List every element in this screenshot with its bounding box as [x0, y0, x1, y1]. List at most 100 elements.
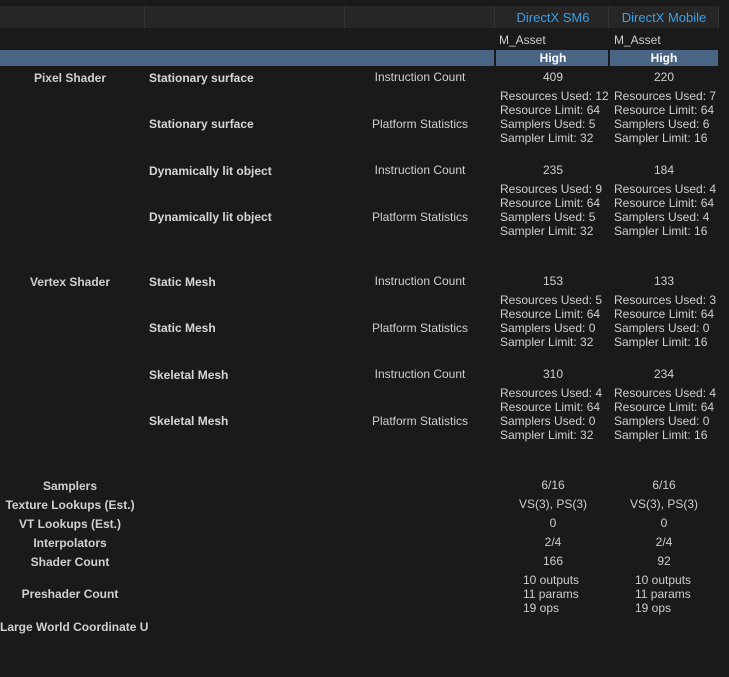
- platform-statistics-block: Resources Used: 7 Resource Limit: 64 Sam…: [614, 89, 716, 145]
- platform-statistics-block: Resources Used: 4 Resource Limit: 64 Sam…: [614, 386, 716, 442]
- quality-bar-divider: [494, 50, 496, 66]
- vertex-factory-label: Static Mesh: [149, 321, 216, 335]
- resources-used: Resources Used: 12: [500, 89, 609, 103]
- vertex-factory-label: Static Mesh: [149, 275, 216, 289]
- category-vertex-shader: Vertex Shader: [29, 275, 111, 289]
- summary-value: 92: [657, 554, 671, 568]
- samplers-used: Samplers Used: 0: [614, 321, 710, 335]
- samplers-used: Samplers Used: 5: [500, 117, 596, 131]
- instruction-count-value: 153: [542, 274, 564, 288]
- summary-value: VS(3), PS(3): [518, 497, 587, 511]
- statistic-label: Instruction Count: [374, 367, 466, 381]
- resource-limit: Resource Limit: 64: [614, 307, 715, 321]
- vertex-factory-label: Skeletal Mesh: [149, 368, 229, 382]
- sampler-limit: Sampler Limit: 16: [614, 131, 708, 145]
- summary-label-texture-lookups: Texture Lookups (Est.): [5, 498, 135, 512]
- summary-label-large-world-coordinate: Large World Coordinate U: [0, 620, 149, 634]
- vertex-factory-label: Stationary surface: [149, 71, 254, 85]
- instruction-count-value: 409: [542, 70, 564, 84]
- statistic-label: Platform Statistics: [371, 414, 469, 428]
- instruction-count-value: 234: [653, 367, 675, 381]
- header-cell-statistic: [345, 6, 495, 28]
- sampler-limit: Sampler Limit: 32: [500, 131, 594, 145]
- samplers-used: Samplers Used: 5: [500, 210, 596, 224]
- quality-level-1[interactable]: High: [497, 51, 609, 65]
- summary-value: 2/4: [544, 535, 562, 549]
- platform-header-dx-sm6[interactable]: DirectX SM6: [497, 10, 609, 25]
- statistic-label: Platform Statistics: [371, 210, 469, 224]
- resources-used: Resources Used: 7: [614, 89, 717, 103]
- sampler-limit: Sampler Limit: 32: [500, 335, 594, 349]
- asset-label-2: M_Asset: [614, 33, 661, 47]
- summary-value: 0: [660, 516, 668, 530]
- statistic-label: Instruction Count: [374, 274, 466, 288]
- resources-used: Resources Used: 9: [500, 182, 603, 196]
- platform-statistics-block: Resources Used: 3 Resource Limit: 64 Sam…: [614, 293, 716, 349]
- instruction-count-value: 220: [653, 70, 675, 84]
- platform-statistics-block: Resources Used: 4 Resource Limit: 64 Sam…: [500, 386, 602, 442]
- preshader-ops: 19 ops: [635, 601, 672, 615]
- resources-used: Resources Used: 4: [614, 182, 717, 196]
- vertex-factory-label: Dynamically lit object: [149, 164, 272, 178]
- header-cell-category: [0, 6, 145, 28]
- samplers-used: Samplers Used: 4: [614, 210, 710, 224]
- resources-used: Resources Used: 5: [500, 293, 603, 307]
- preshader-outputs: 10 outputs: [635, 573, 692, 587]
- summary-label-shader-count: Shader Count: [30, 555, 110, 569]
- vertex-factory-label: Skeletal Mesh: [149, 414, 229, 428]
- resources-used: Resources Used: 4: [614, 386, 717, 400]
- resource-limit: Resource Limit: 64: [614, 400, 715, 414]
- resources-used: Resources Used: 4: [500, 386, 603, 400]
- samplers-used: Samplers Used: 6: [614, 117, 710, 131]
- summary-label-samplers: Samplers: [42, 479, 98, 493]
- platform-header-dx-mobile[interactable]: DirectX Mobile: [609, 10, 719, 25]
- sampler-limit: Sampler Limit: 16: [614, 428, 708, 442]
- quality-level-2[interactable]: High: [609, 51, 719, 65]
- summary-label-vt-lookups: VT Lookups (Est.): [19, 517, 121, 531]
- resource-limit: Resource Limit: 64: [614, 196, 715, 210]
- vertex-factory-label: Dynamically lit object: [149, 210, 272, 224]
- instruction-count-value: 310: [542, 367, 564, 381]
- preshader-count-block: 10 outputs 11 params 19 ops: [635, 573, 691, 615]
- summary-value: 0: [549, 516, 557, 530]
- sampler-limit: Sampler Limit: 16: [614, 224, 708, 238]
- header-cell-vertex-factory: [145, 6, 345, 28]
- platform-statistics-block: Resources Used: 12 Resource Limit: 64 Sa…: [500, 89, 609, 145]
- sampler-limit: Sampler Limit: 32: [500, 224, 594, 238]
- resource-limit: Resource Limit: 64: [500, 196, 601, 210]
- statistic-label: Instruction Count: [374, 163, 466, 177]
- summary-label-interpolators: Interpolators: [33, 536, 107, 550]
- statistic-label: Instruction Count: [374, 70, 466, 84]
- resource-limit: Resource Limit: 64: [500, 307, 601, 321]
- instruction-count-value: 184: [653, 163, 675, 177]
- resources-used: Resources Used: 3: [614, 293, 717, 307]
- summary-value: 2/4: [655, 535, 673, 549]
- vertex-factory-label: Stationary surface: [149, 117, 254, 131]
- samplers-used: Samplers Used: 0: [614, 414, 710, 428]
- resource-limit: Resource Limit: 64: [500, 103, 601, 117]
- statistic-label: Platform Statistics: [371, 117, 469, 131]
- instruction-count-value: 235: [542, 163, 564, 177]
- summary-label-preshader-count: Preshader Count: [21, 587, 119, 601]
- samplers-used: Samplers Used: 0: [500, 321, 596, 335]
- instruction-count-value: 133: [653, 274, 675, 288]
- asset-label-1: M_Asset: [499, 33, 546, 47]
- platform-statistics-block: Resources Used: 5 Resource Limit: 64 Sam…: [500, 293, 602, 349]
- preshader-count-block: 10 outputs 11 params 19 ops: [523, 573, 579, 615]
- category-pixel-shader: Pixel Shader: [33, 71, 107, 85]
- resource-limit: Resource Limit: 64: [614, 103, 715, 117]
- platform-statistics-block: Resources Used: 4 Resource Limit: 64 Sam…: [614, 182, 716, 238]
- platform-statistics-block: Resources Used: 9 Resource Limit: 64 Sam…: [500, 182, 602, 238]
- summary-value: 6/16: [652, 478, 676, 492]
- samplers-used: Samplers Used: 0: [500, 414, 596, 428]
- summary-value: 6/16: [541, 478, 565, 492]
- sampler-limit: Sampler Limit: 32: [500, 428, 594, 442]
- preshader-outputs: 10 outputs: [523, 573, 580, 587]
- statistic-label: Platform Statistics: [371, 321, 469, 335]
- resource-limit: Resource Limit: 64: [500, 400, 601, 414]
- summary-value: 166: [542, 554, 564, 568]
- preshader-params: 11 params: [635, 587, 691, 601]
- sampler-limit: Sampler Limit: 16: [614, 335, 708, 349]
- summary-value: VS(3), PS(3): [629, 497, 698, 511]
- preshader-ops: 19 ops: [523, 601, 560, 615]
